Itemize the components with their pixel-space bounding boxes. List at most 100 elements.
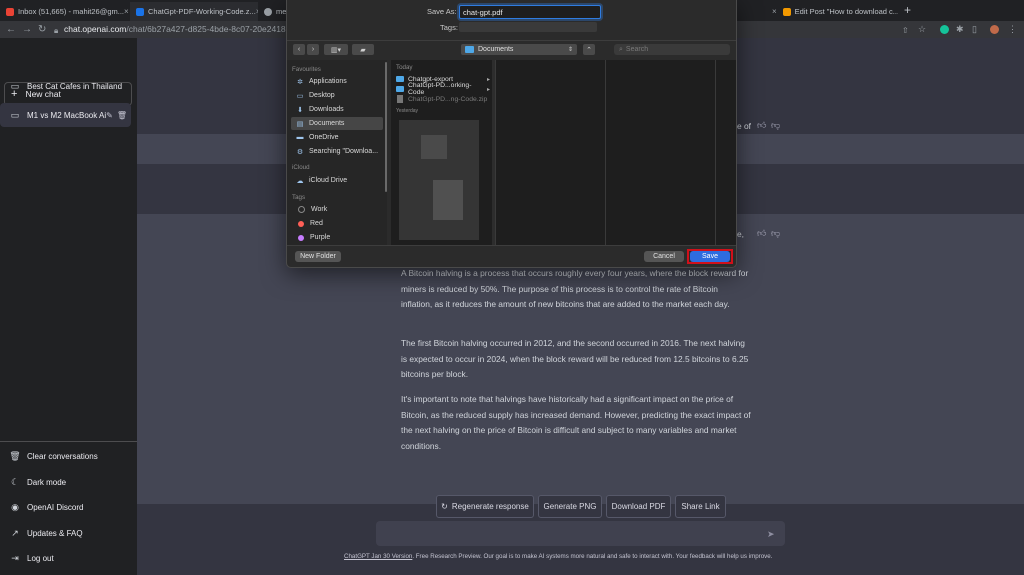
log-out-button[interactable]: ⇥ Log out — [0, 548, 137, 568]
applications-icon: ✲ — [297, 78, 303, 86]
sidebar-item-desktop[interactable]: ▭ Desktop — [291, 89, 383, 102]
chat-item-label: M1 vs M2 MacBook Ai — [27, 110, 107, 120]
sidebar: + New chat ▭ Best Cat Cafes in Thailand … — [0, 38, 137, 575]
tag-dot-icon — [298, 234, 304, 241]
footer-description: . Free Research Preview. Our goal is to … — [412, 553, 773, 560]
folder-icon — [396, 76, 404, 82]
back-icon[interactable]: ‹ — [293, 44, 305, 55]
version-link[interactable]: ChatGPT Jan 30 Version — [344, 553, 412, 560]
extensions-icon[interactable]: ✱ — [956, 24, 964, 35]
sidepanel-icon[interactable]: ▯ — [972, 24, 977, 35]
sidebar-item-applications[interactable]: ✲ Applications — [291, 75, 383, 88]
file-item[interactable]: ChatGpt-PD...orking-Code ▸ — [393, 82, 493, 96]
updates-faq-link[interactable]: ↗ Updates & FAQ — [0, 523, 137, 543]
filename-input[interactable] — [459, 5, 601, 19]
file-item[interactable]: ChatGpt-PD...ng-Code.zip — [393, 94, 493, 104]
tags-label: Tags: — [440, 23, 458, 32]
message-input[interactable] — [376, 521, 785, 546]
tab-gmail[interactable]: Inbox (51,665) - mahit26@gm... × — [0, 2, 130, 21]
forward-icon[interactable]: › — [307, 44, 319, 55]
message-fragment: e, — [737, 229, 744, 239]
download-pdf-label: Download PDF — [611, 502, 666, 511]
expand-icon[interactable]: ⌃ — [583, 44, 595, 55]
dark-mode-button[interactable]: ☾ Dark mode — [0, 472, 137, 492]
avatar[interactable] — [990, 25, 999, 34]
chat-item[interactable]: ▭ M1 vs M2 MacBook Ai ✎ 🗑︎ — [0, 105, 137, 125]
logout-icon: ⇥ — [11, 552, 19, 563]
save-dialog: Save As: Tags: ‹ › ▥▾ ▰ Documents ⇕ ⌃ ⌕ … — [286, 0, 737, 268]
dialog-toolbar: ‹ › ▥▾ ▰ Documents ⇕ ⌃ ⌕ Search — [287, 40, 736, 60]
url-field[interactable]: chat.openai.com/chat/6b27a427-d825-4bde-… — [64, 24, 293, 34]
thumbs-down-icon[interactable]: 👎︎ — [771, 228, 780, 239]
close-icon[interactable]: × — [768, 7, 781, 16]
chat-bubble-icon: ▭ — [10, 80, 20, 91]
updates-faq-label: Updates & FAQ — [27, 528, 83, 538]
dialog-sidebar: Favourites ✲ Applications ▭ Desktop ⬇ Downl… — [287, 60, 387, 245]
tag-work[interactable]: Work — [291, 203, 383, 216]
thumbs-up-icon[interactable]: 👍︎ — [757, 228, 766, 239]
grammarly-icon[interactable] — [940, 25, 949, 34]
tags-input[interactable] — [459, 22, 597, 32]
discord-label: OpenAI Discord — [27, 502, 84, 512]
tag-purple[interactable]: Purple — [291, 231, 383, 244]
folder-icon — [465, 46, 474, 53]
sidebar-item-search[interactable]: ⚙ Searching "Downloa... — [291, 145, 383, 158]
dialog-footer: New Folder Cancel Save — [287, 245, 736, 268]
menu-icon[interactable]: ⋮ — [1008, 24, 1017, 35]
download-pdf-button[interactable]: Download PDF — [606, 495, 671, 518]
new-folder-button[interactable]: New Folder — [295, 251, 341, 262]
message-paragraph: A Bitcoin halving is a process that occu… — [401, 268, 749, 309]
lock-icon[interactable]: 🔒︎ — [54, 25, 58, 36]
thumbs-down-icon[interactable]: 👎︎ — [771, 120, 780, 131]
chat-item[interactable]: ▭ Best Cat Cafes in Thailand — [0, 76, 137, 96]
gear-icon: ⚙ — [296, 148, 304, 156]
reload-icon[interactable]: ↻ — [38, 24, 46, 35]
generate-png-button[interactable]: Generate PNG — [538, 495, 602, 518]
save-highlight — [687, 249, 733, 264]
search-icon: ⌕ — [619, 45, 623, 53]
chevron-updown-icon: ⇕ — [567, 47, 573, 53]
new-folder-icon[interactable]: ▰ — [352, 44, 374, 55]
location-label: Documents — [478, 46, 514, 53]
sidebar-item-onedrive[interactable]: ▬ OneDrive — [291, 131, 383, 144]
sidebar-item-documents[interactable]: ▤ Documents — [291, 117, 383, 130]
tab-other[interactable]: me... — [258, 2, 288, 21]
chevron-right-icon: ▸ — [486, 86, 490, 93]
globe-icon — [264, 7, 272, 16]
discord-link[interactable]: ◉ OpenAI Discord — [0, 497, 137, 517]
sidebar-item-icloud-drive[interactable]: ☁ iCloud Drive — [291, 174, 383, 187]
regenerate-response-button[interactable]: ↻ Regenerate response — [436, 495, 534, 518]
tags-header: Tags — [292, 194, 306, 201]
share-link-button[interactable]: Share Link — [675, 495, 726, 518]
sidebar-item-downloads[interactable]: ⬇ Downloads — [291, 103, 383, 116]
column-divider — [605, 60, 606, 245]
save-as-label: Save As: — [427, 7, 457, 16]
cancel-button[interactable]: Cancel — [644, 251, 684, 262]
new-tab-icon[interactable]: + — [904, 3, 911, 17]
generate-png-label: Generate PNG — [543, 502, 597, 511]
tab-github[interactable]: ChatGpt-PDF-Working-Code.z... × — [130, 2, 258, 21]
today-header: Today — [396, 64, 413, 71]
send-icon[interactable]: ➤ — [767, 529, 775, 540]
sidebar-scrollbar[interactable] — [385, 62, 387, 192]
location-select[interactable]: Documents ⇕ — [461, 44, 577, 55]
star-icon[interactable]: ☆ — [918, 24, 926, 35]
log-out-label: Log out — [27, 553, 54, 563]
share-icon[interactable]: ⇧ — [902, 25, 909, 36]
view-columns-icon[interactable]: ▥▾ — [324, 44, 348, 55]
column-scrollbar[interactable] — [492, 60, 495, 245]
tag-dot-icon — [298, 220, 304, 227]
back-icon[interactable]: ← — [6, 24, 16, 35]
download-icon: ⬇ — [297, 106, 303, 114]
clear-conversations-button[interactable]: 🗑︎ Clear conversations — [0, 446, 137, 466]
trash-icon[interactable]: 🗑︎ — [117, 111, 127, 120]
tab-edit-post[interactable]: × Edit Post "How to download c... × — [768, 2, 898, 21]
forward-icon[interactable]: → — [22, 24, 32, 35]
edit-icon[interactable]: ✎ — [106, 111, 113, 120]
search-input[interactable]: ⌕ Search — [614, 44, 730, 55]
tag-red[interactable]: Red — [291, 217, 383, 230]
thumbs-up-icon[interactable]: 👍︎ — [757, 120, 766, 131]
icloud-header: iCloud — [292, 164, 310, 171]
message-fragment: e of — [737, 121, 751, 131]
footer-text: ChatGPT Jan 30 Version. Free Research Pr… — [344, 553, 824, 560]
